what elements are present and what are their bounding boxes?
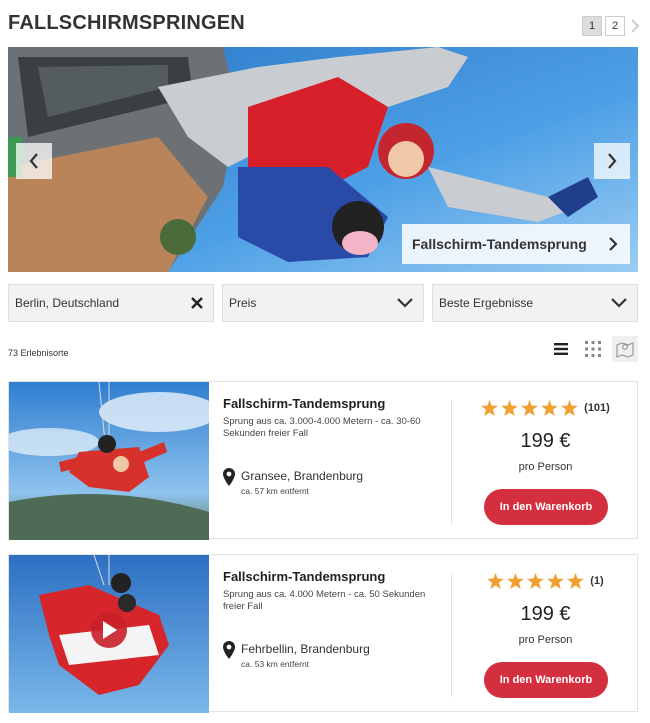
offer-image[interactable] — [9, 555, 209, 713]
price: 199 € — [520, 603, 571, 625]
grid-view-button[interactable] — [580, 336, 606, 362]
hero-caption-link[interactable]: Fallschirm-Tandemsprung — [402, 224, 630, 264]
results-bar: 73 Erlebnisorte — [8, 336, 638, 362]
map-pin-icon — [223, 641, 235, 659]
rating: (101) — [452, 400, 639, 416]
close-icon[interactable] — [191, 297, 203, 309]
offer-image[interactable] — [9, 382, 209, 540]
review-count[interactable]: (1) — [590, 575, 603, 587]
offer-location: Fehrbellin, Brandenburg ca. 53 km entfer… — [223, 641, 370, 669]
offer-description: Sprung aus ca. 3.000-4.000 Metern - ca. … — [223, 416, 421, 439]
review-count[interactable]: (101) — [584, 402, 610, 414]
location-value: Berlin, Deutschland — [15, 296, 120, 310]
star-icon — [567, 573, 585, 589]
star-icon — [561, 400, 579, 416]
offer-card[interactable]: Fallschirm-Tandemsprung Sprung aus ca. 4… — [8, 554, 639, 713]
list-view-button[interactable] — [548, 336, 574, 362]
rating: (1) — [452, 573, 639, 589]
star-icon — [547, 573, 565, 589]
star-icon — [541, 400, 559, 416]
offer-description: Sprung aus ca. 4.000 Metern - ca. 50 Sek… — [223, 589, 426, 612]
filter-bar: Berlin, Deutschland Preis Beste Ergebnis… — [8, 284, 638, 322]
location-name: Fehrbellin, Brandenburg — [241, 642, 370, 656]
price-unit: pro Person — [518, 634, 573, 646]
map-view-button[interactable] — [612, 336, 638, 362]
offer-pricing: (101) 199 € pro Person In den Warenkorb — [452, 382, 639, 540]
hero-caption-text: Fallschirm-Tandemsprung — [412, 236, 587, 252]
chevron-right-icon — [631, 19, 640, 33]
star-icon — [487, 573, 505, 589]
hero-slider: Fallschirm-Tandemsprung — [8, 47, 638, 272]
chevron-down-icon — [397, 298, 413, 308]
chevron-left-icon — [29, 153, 38, 169]
price-label: Preis — [229, 296, 257, 310]
location-name: Gransee, Brandenburg — [241, 469, 364, 483]
add-to-cart-button[interactable]: In den Warenkorb — [484, 489, 608, 525]
location-distance: ca. 53 km entfernt — [241, 659, 310, 669]
star-icon — [521, 400, 539, 416]
next-page-button[interactable] — [628, 16, 642, 36]
chevron-right-icon — [609, 237, 618, 251]
location-filter[interactable]: Berlin, Deutschland — [8, 284, 214, 322]
star-icon — [481, 400, 499, 416]
add-to-cart-button[interactable]: In den Warenkorb — [484, 662, 608, 698]
location-distance: ca. 57 km entfernt — [241, 486, 310, 496]
hero-prev-button[interactable] — [16, 143, 52, 179]
star-icon — [527, 573, 545, 589]
offer-photo — [9, 382, 209, 540]
offer-title[interactable]: Fallschirm-Tandemsprung — [223, 569, 448, 584]
view-switcher — [548, 336, 638, 362]
sort-dropdown[interactable]: Beste Ergebnisse — [432, 284, 638, 322]
hero-next-button[interactable] — [594, 143, 630, 179]
sort-label: Beste Ergebnisse — [439, 296, 534, 310]
star-icon — [501, 400, 519, 416]
list-icon — [554, 343, 568, 355]
map-pin-icon — [223, 468, 235, 486]
results-count: 73 Erlebnisorte — [8, 348, 69, 358]
star-icon — [507, 573, 525, 589]
offer-details: Fallschirm-Tandemsprung Sprung aus ca. 3… — [223, 396, 448, 440]
offer-pricing: (1) 199 € pro Person In den Warenkorb — [452, 555, 639, 713]
page-1-button[interactable]: 1 — [582, 16, 602, 36]
page-2-button[interactable]: 2 — [605, 16, 625, 36]
offer-photo — [9, 555, 209, 713]
header: FALLSCHIRMSPRINGEN 1 2 — [8, 10, 642, 40]
chevron-down-icon — [611, 298, 627, 308]
map-icon — [616, 342, 634, 358]
price: 199 € — [520, 430, 571, 452]
offer-title[interactable]: Fallschirm-Tandemsprung — [223, 396, 448, 411]
pagination: 1 2 — [582, 16, 642, 36]
chevron-right-icon — [608, 153, 617, 169]
offer-location: Gransee, Brandenburg ca. 57 km entfernt — [223, 468, 363, 496]
price-dropdown[interactable]: Preis — [222, 284, 424, 322]
price-unit: pro Person — [518, 461, 573, 473]
grid-icon — [585, 341, 601, 357]
page-title: FALLSCHIRMSPRINGEN — [8, 12, 245, 34]
offer-details: Fallschirm-Tandemsprung Sprung aus ca. 4… — [223, 569, 448, 613]
offer-card[interactable]: Fallschirm-Tandemsprung Sprung aus ca. 3… — [8, 381, 639, 540]
